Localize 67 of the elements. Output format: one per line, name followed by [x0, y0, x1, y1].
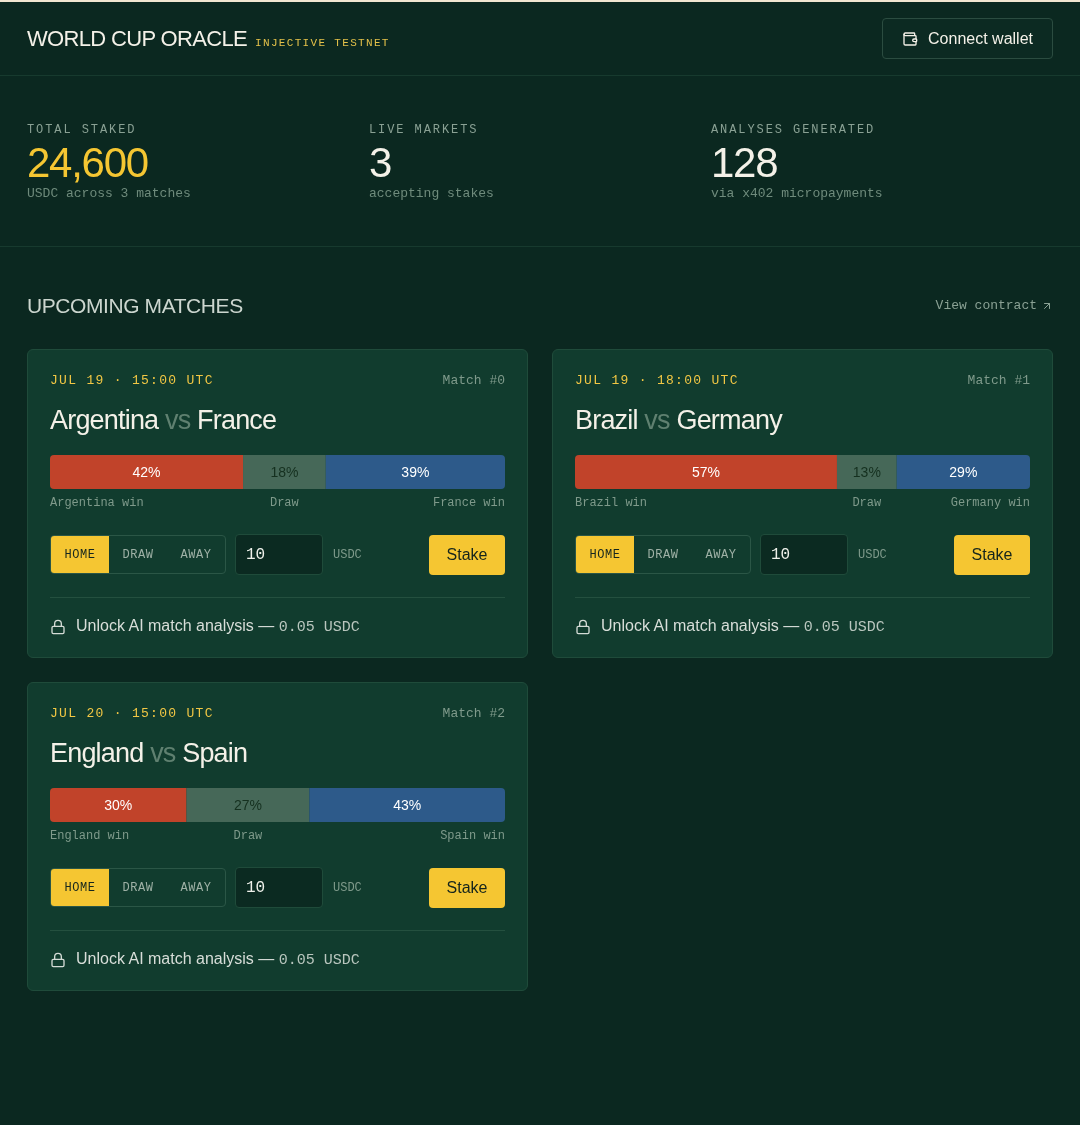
- odds-value-label: 18%: [270, 464, 299, 480]
- odds-value-label: 13%: [852, 464, 881, 480]
- outcome-option[interactable]: HOME: [576, 536, 634, 573]
- match-title: Argentina vs France: [50, 404, 277, 437]
- stat-note: via x402 micropayments: [711, 186, 883, 202]
- legend-label: Argentina win: [50, 495, 144, 512]
- currency-label: USDC: [858, 546, 887, 564]
- stake-button[interactable]: Stake: [429, 867, 505, 908]
- legend-label: Draw: [852, 495, 882, 512]
- stake-button[interactable]: Stake: [429, 534, 505, 575]
- legend-label: Draw: [269, 495, 299, 512]
- view-contract-link[interactable]: View contract: [935, 296, 1053, 316]
- stake-amount-input[interactable]: 10: [235, 867, 323, 908]
- legend-label: Spain win: [440, 828, 505, 845]
- stake-button[interactable]: Stake: [954, 534, 1030, 575]
- outcome-option[interactable]: HOME: [51, 536, 109, 573]
- stat-value: 24,600: [27, 140, 148, 186]
- outcome-option[interactable]: AWAY: [692, 536, 750, 573]
- outcome-option[interactable]: AWAY: [167, 536, 225, 573]
- lock-icon: [575, 619, 591, 635]
- odds-value-label: 29%: [949, 464, 978, 480]
- match-date: JUL 19 · 15:00 UTC: [50, 372, 214, 391]
- network-label: INJECTIVE TESTNET: [255, 36, 390, 51]
- match-title: England vs Spain: [50, 737, 248, 770]
- odds-value-label: 27%: [233, 797, 262, 813]
- match-number: Match #2: [442, 705, 505, 724]
- odds-value-label: 43%: [393, 797, 422, 813]
- match-title: Brazil vs Germany: [575, 404, 782, 437]
- outcome-option[interactable]: AWAY: [167, 869, 225, 906]
- stat-value: 128: [711, 140, 778, 186]
- currency-label: USDC: [333, 879, 362, 897]
- stat-value: 3: [369, 140, 392, 186]
- match-number: Match #1: [967, 372, 1030, 391]
- currency-label: USDC: [333, 546, 362, 564]
- stat-label: TOTAL STAKED: [27, 122, 137, 138]
- stat-note: accepting stakes: [369, 186, 494, 202]
- stat-label: LIVE MARKETS: [369, 122, 479, 138]
- stat-note: USDC across 3 matches: [27, 186, 191, 202]
- lock-icon: [50, 952, 66, 968]
- legend-label: Brazil win: [575, 495, 647, 512]
- outcome-option[interactable]: DRAW: [634, 536, 692, 573]
- outcome-option[interactable]: HOME: [51, 869, 109, 906]
- match-date: JUL 19 · 18:00 UTC: [575, 372, 739, 391]
- section-title: UPCOMING MATCHES: [27, 293, 243, 319]
- odds-value-label: 57%: [691, 464, 720, 480]
- legend-label: England win: [50, 828, 130, 845]
- stake-amount-input[interactable]: 10: [760, 534, 848, 575]
- arrow-up-right-icon: [1041, 300, 1053, 312]
- legend-label: France win: [432, 495, 505, 512]
- outcome-option[interactable]: DRAW: [109, 536, 167, 573]
- stat-label: ANALYSES GENERATED: [711, 122, 876, 138]
- unlock-analysis-button[interactable]: Unlock AI match analysis — 0.05 USDC: [50, 614, 360, 640]
- odds-value-label: 30%: [104, 797, 133, 813]
- odds-value-label: 39%: [401, 464, 430, 480]
- odds-value-label: 42%: [132, 464, 161, 480]
- stake-amount-input[interactable]: 10: [235, 534, 323, 575]
- legend-label: Draw: [233, 828, 263, 845]
- match-date: JUL 20 · 15:00 UTC: [50, 705, 214, 724]
- outcome-option[interactable]: DRAW: [109, 869, 167, 906]
- lock-icon: [50, 619, 66, 635]
- legend-label: Germany win: [950, 495, 1030, 512]
- app-title: WORLD CUP ORACLE: [27, 25, 248, 53]
- match-number: Match #0: [442, 372, 505, 391]
- connect-wallet-button[interactable]: Connect wallet: [882, 18, 1053, 59]
- unlock-analysis-button[interactable]: Unlock AI match analysis — 0.05 USDC: [50, 947, 360, 973]
- wallet-icon: [902, 30, 919, 47]
- unlock-analysis-button[interactable]: Unlock AI match analysis — 0.05 USDC: [575, 614, 885, 640]
